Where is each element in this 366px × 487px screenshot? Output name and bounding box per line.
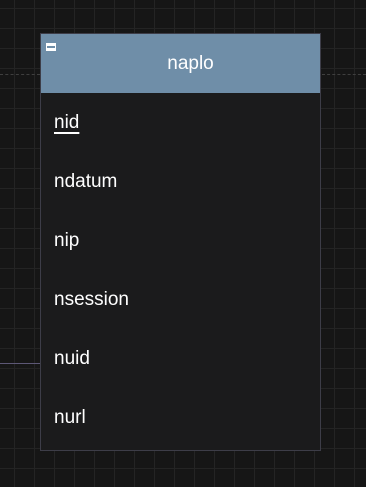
attribute-name: ndatum — [54, 171, 118, 192]
entity-table-naplo[interactable]: naplo nid ndatum nip nsession nuid nurl — [40, 33, 321, 451]
attribute-name-primary-key: nid — [54, 112, 80, 133]
relationship-connector[interactable] — [0, 363, 40, 364]
attribute-name: nsession — [54, 289, 129, 310]
attribute-row[interactable]: nip — [41, 211, 320, 270]
attribute-name: nurl — [54, 407, 86, 428]
entity-title: naplo — [167, 53, 214, 74]
attribute-name: nip — [54, 230, 80, 251]
attribute-row[interactable]: nuid — [41, 329, 320, 388]
attribute-row[interactable]: nid — [41, 93, 320, 152]
guide-line-right — [322, 74, 366, 75]
guide-line-left — [0, 74, 40, 75]
attribute-list: nid ndatum nip nsession nuid nurl — [41, 93, 320, 447]
attribute-row[interactable]: nsession — [41, 270, 320, 329]
attribute-row[interactable]: nurl — [41, 388, 320, 447]
attribute-row[interactable]: ndatum — [41, 152, 320, 211]
attribute-name: nuid — [54, 348, 90, 369]
entity-header[interactable]: naplo — [41, 34, 320, 93]
